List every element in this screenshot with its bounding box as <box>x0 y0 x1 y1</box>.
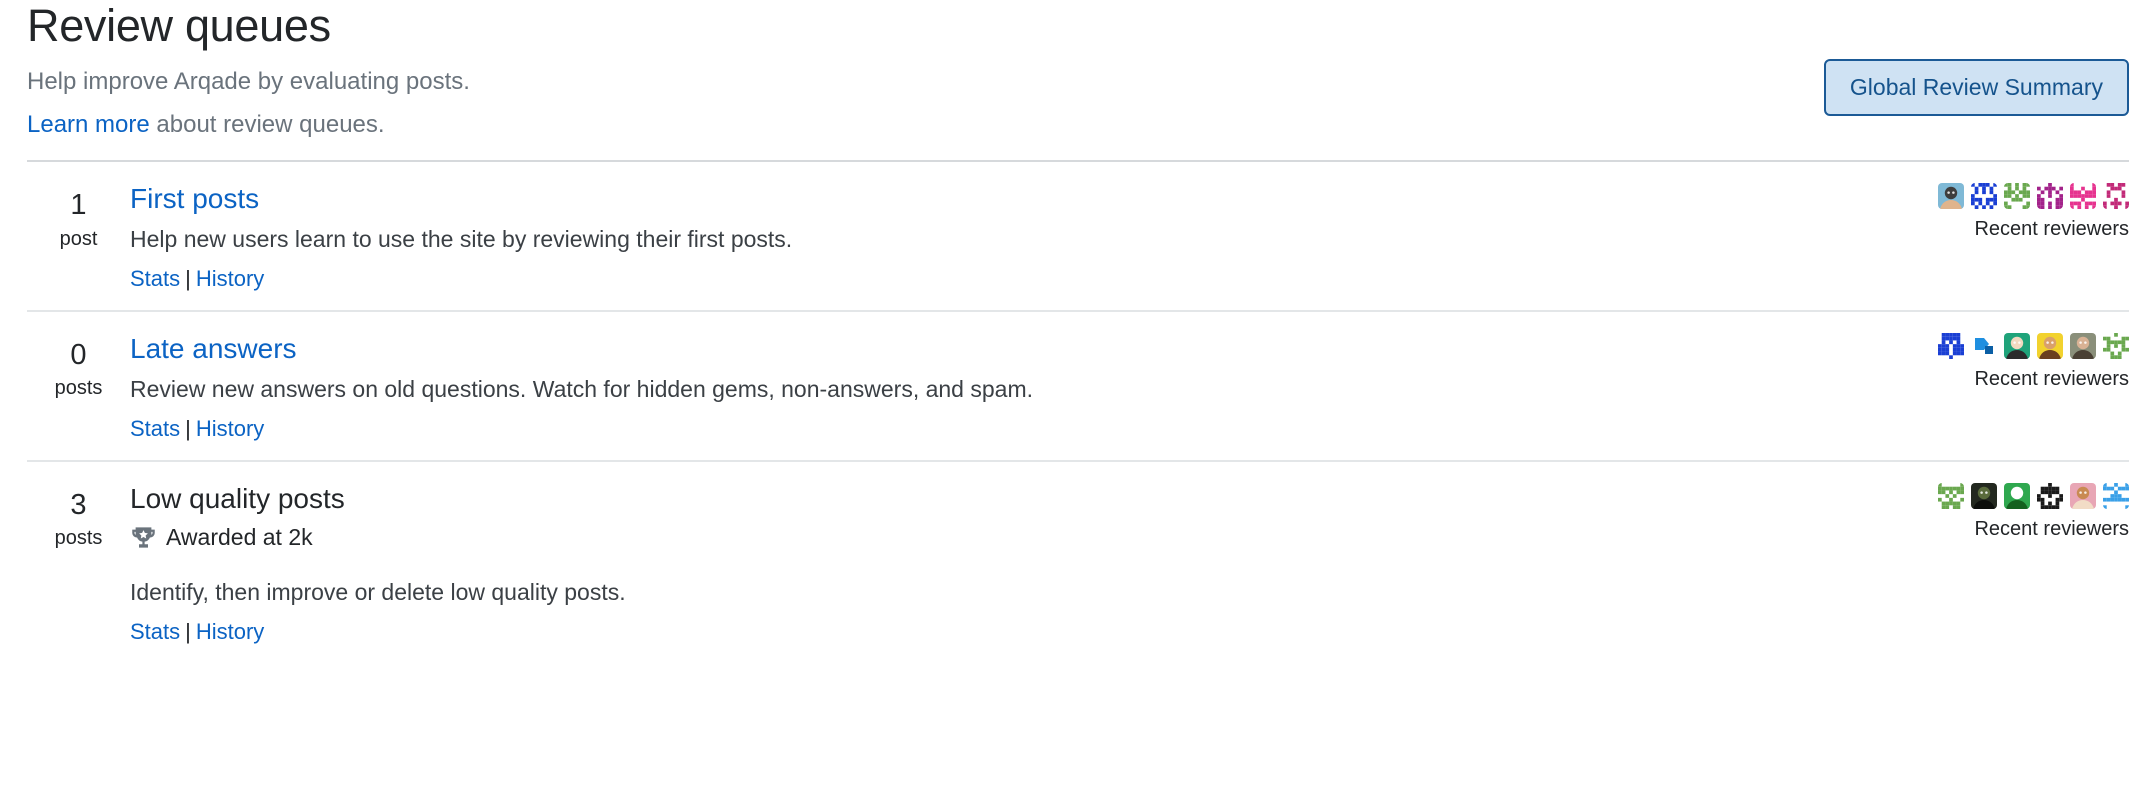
reviewer-avatar-blue-shape[interactable] <box>1971 333 1997 360</box>
learn-more-line: Learn more about review queues. <box>27 108 2129 142</box>
reviewer-avatar-strip <box>1879 333 2129 360</box>
queue-list: 1 post First posts Help new users learn to … <box>27 162 2129 662</box>
global-review-summary-button[interactable]: Global Review Summary <box>1823 59 2129 116</box>
queue-links: Stats | History <box>130 415 1855 444</box>
queue-count-label: post <box>59 227 98 250</box>
queue-body: First posts Help new users learn to use t… <box>130 181 1855 294</box>
reviewer-avatar-identicon-green[interactable] <box>2004 183 2030 210</box>
reviewer-avatar-identicon-green-3[interactable] <box>1938 482 1964 509</box>
reviewer-avatar-dark-dragon[interactable] <box>1971 482 1997 509</box>
queue-count: 0 posts <box>27 331 130 403</box>
queue-link-separator: | <box>185 266 191 292</box>
queue-count: 3 posts <box>27 481 130 553</box>
reviewer-avatar-identicon-purple[interactable] <box>2037 183 2063 210</box>
recent-reviewers: Recent reviewers <box>1879 181 2129 242</box>
reviewer-avatar-identicon-blue-2[interactable] <box>1938 333 1964 360</box>
recent-reviewers-label: Recent reviewers <box>1974 368 2129 391</box>
queue-description: Help new users learn to use the site by … <box>130 226 793 253</box>
queue-count-label: posts <box>54 377 103 400</box>
queue-row: 3 posts Low quality posts Awarded at 2k Iden… <box>27 459 2129 663</box>
trophy-icon <box>130 524 157 551</box>
queue-count-label: posts <box>54 527 103 550</box>
queue-title-link[interactable]: First posts <box>130 183 259 214</box>
review-queues-page: Review queues Help improve Arqade by eva… <box>0 0 2156 788</box>
queue-title: First posts <box>130 181 1855 216</box>
learn-more-rest: about review queues. <box>149 111 385 139</box>
queue-count: 1 post <box>27 181 130 253</box>
reviewer-avatar-identicon-pink[interactable] <box>2070 183 2096 210</box>
reviewer-avatar-yellow-hair[interactable] <box>2037 333 2063 360</box>
page-subtitle: Help improve Arqade by evaluating posts. <box>27 68 470 96</box>
reviewer-avatar-strip <box>1879 482 2129 509</box>
queue-links: Stats | History <box>130 265 1855 294</box>
queue-link-separator: | <box>185 618 191 644</box>
reviewer-avatar-strip <box>1879 183 2129 210</box>
reviewer-avatar-man-beard[interactable] <box>2070 333 2096 360</box>
queue-count-number: 0 <box>70 339 87 372</box>
queue-row: 1 post First posts Help new users learn to … <box>27 162 2129 310</box>
queue-title: Late answers <box>130 331 1855 366</box>
queue-body: Low quality posts Awarded at 2k Identify, … <box>130 481 1855 647</box>
recent-reviewers: Recent reviewers <box>1879 481 2129 542</box>
queue-link-separator: | <box>185 416 191 442</box>
reviewer-avatar-identicon-lightblue[interactable] <box>2103 482 2129 509</box>
queue-count-number: 1 <box>70 189 87 222</box>
queue-awarded: Awarded at 2k <box>130 524 1855 551</box>
recent-reviewers: Recent reviewers <box>1879 331 2129 392</box>
queue-count-number: 3 <box>70 488 87 521</box>
reviewer-avatar-green-creature[interactable] <box>2004 482 2030 509</box>
reviewer-avatar-identicon-black[interactable] <box>2037 482 2063 509</box>
queue-body: Late answers Review new answers on old qu… <box>130 331 1855 444</box>
queue-awarded-label: Awarded at 2k <box>166 523 313 550</box>
queue-history-link[interactable]: History <box>196 266 264 291</box>
queue-links: Stats | History <box>130 618 1855 647</box>
reviewer-avatar-identicon-magenta[interactable] <box>2103 183 2129 210</box>
queue-history-link[interactable]: History <box>196 619 264 644</box>
queue-title: Low quality posts <box>130 482 345 514</box>
page-header: Review queues Help improve Arqade by eva… <box>27 0 2129 160</box>
queue-stats-link[interactable]: Stats <box>130 416 180 441</box>
queue-history-link[interactable]: History <box>196 416 264 441</box>
queue-stats-link[interactable]: Stats <box>130 619 180 644</box>
recent-reviewers-label: Recent reviewers <box>1974 218 2129 241</box>
reviewer-avatar-anime-pink-scarf[interactable] <box>2070 482 2096 509</box>
reviewer-avatar-identicon-blue[interactable] <box>1971 183 1997 210</box>
queue-title-link[interactable]: Late answers <box>130 333 297 364</box>
page-title: Review queues <box>27 0 331 51</box>
queue-row: 0 posts Late answers Review new answers on … <box>27 310 2129 460</box>
learn-more-link[interactable]: Learn more <box>27 111 150 138</box>
queue-description: Identify, then improve or delete low qua… <box>130 578 626 605</box>
queue-description: Review new answers on old questions. Wat… <box>130 376 1033 403</box>
reviewer-avatar-identicon-green-2[interactable] <box>2103 333 2129 360</box>
queue-stats-link[interactable]: Stats <box>130 266 180 291</box>
reviewer-avatar-photo-glasses[interactable] <box>1938 183 1964 210</box>
reviewer-avatar-anime-green-hair[interactable] <box>2004 333 2030 360</box>
recent-reviewers-label: Recent reviewers <box>1974 517 2129 540</box>
